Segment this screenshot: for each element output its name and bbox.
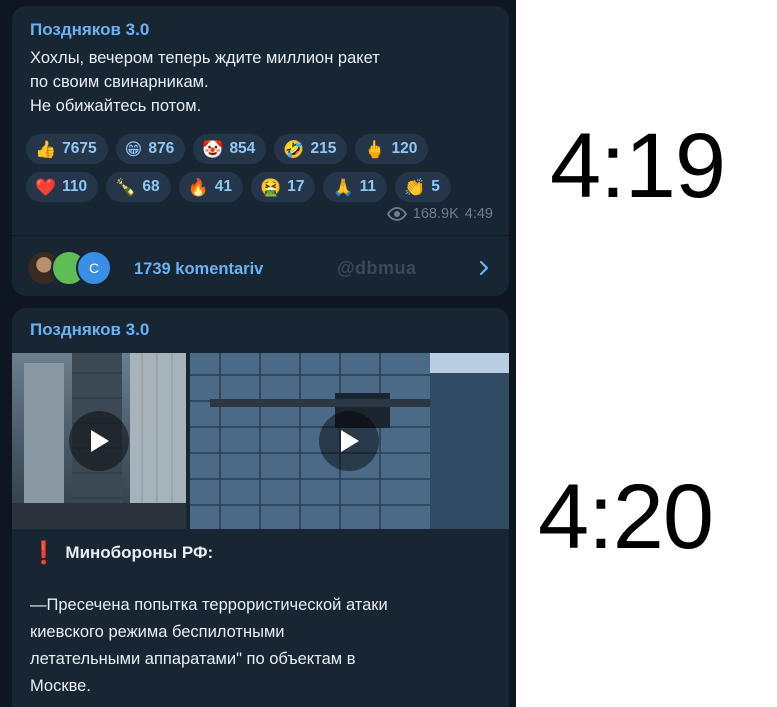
clown-icon: 🤡 — [202, 139, 224, 159]
channel-feed: Поздняков 3.0 Хохлы, вечером теперь ждит… — [0, 0, 516, 707]
reaction-rofl[interactable]: 🤣 215 — [274, 134, 348, 164]
reaction-clap[interactable]: 👏 5 — [395, 172, 451, 202]
chevron-right-icon[interactable] — [479, 260, 489, 276]
media-album — [12, 353, 509, 529]
reaction-count: 68 — [142, 178, 160, 195]
reaction-count: 854 — [229, 140, 256, 157]
post-headline: ❗ Минобороны РФ: — [30, 542, 213, 564]
reaction-clown[interactable]: 🤡 854 — [193, 134, 267, 164]
rofl-icon: 🤣 — [283, 139, 305, 159]
caption-panel: 4:19 4:20 — [516, 0, 777, 707]
avatar: C — [76, 250, 112, 286]
reaction-count: 41 — [214, 178, 233, 195]
reaction-heart[interactable]: ❤️ 110 — [26, 172, 99, 202]
commenter-avatars: C — [26, 250, 126, 286]
exclamation-icon: ❗ — [30, 540, 58, 565]
eye-icon — [386, 207, 407, 221]
reaction-fire[interactable]: 🔥 41 — [178, 172, 244, 202]
channel-post: Поздняков 3.0 ❗ Минобороны РФ: —Пресечен… — [12, 308, 509, 707]
reaction-pray[interactable]: 🙏 11 — [323, 172, 388, 202]
reaction-count: 17 — [287, 178, 305, 195]
comments-label[interactable]: 1739 komentariv — [134, 260, 263, 279]
heart-icon: ❤️ — [35, 177, 57, 197]
reaction-count: 876 — [148, 140, 175, 157]
headline-text: Минобороны РФ: — [65, 543, 214, 562]
watermark: @dbmua — [337, 258, 417, 278]
post-text-line: по своим свинарникам. — [30, 73, 209, 91]
play-icon — [91, 430, 109, 452]
time-caption-bottom: 4:20 — [538, 466, 714, 568]
reaction-count: 120 — [391, 140, 418, 157]
reaction-count: 11 — [359, 178, 377, 195]
post-text-line: Хохлы, вечером теперь ждите миллион раке… — [30, 49, 380, 67]
champagne-icon: 🍾 — [115, 177, 137, 197]
channel-post: Поздняков 3.0 Хохлы, вечером теперь ждит… — [12, 6, 509, 296]
thumbs-up-icon: 👍 — [35, 139, 57, 159]
play-button[interactable] — [69, 411, 129, 471]
time-caption-top: 4:19 — [550, 115, 726, 217]
reaction-count: 7675 — [62, 140, 97, 157]
play-button[interactable] — [319, 411, 379, 471]
view-count: 168.9K — [412, 206, 459, 222]
pray-icon: 🙏 — [332, 177, 354, 197]
reaction-vomit[interactable]: 🤮 17 — [251, 172, 316, 202]
post-text-line: Москве. — [30, 677, 91, 695]
post-text-line: киевского режима беспилотными — [30, 623, 285, 641]
post-text-line: Не обижайтесь потом. — [30, 97, 202, 115]
reaction-thumbs-up[interactable]: 👍 7675 — [26, 134, 108, 164]
post-author[interactable]: Поздняков 3.0 — [30, 20, 149, 40]
post-meta: 168.9K 4:49 — [386, 206, 493, 222]
reactions: 👍 7675 😁 876 🤡 854 🤣 215 🖕 120 ❤️ 110 🍾 68 🔥 41 … — [26, 134, 501, 202]
comments-bar[interactable]: C 1739 komentariv @dbmua — [12, 236, 509, 296]
reaction-grin[interactable]: 😁 876 — [115, 134, 186, 164]
grin-icon: 😁 — [124, 139, 143, 159]
reaction-count: 215 — [310, 140, 337, 157]
play-icon — [341, 430, 359, 452]
post-text: —Пресечена попытка террористической атак… — [30, 592, 500, 700]
video-thumbnail[interactable] — [12, 353, 186, 529]
post-author[interactable]: Поздняков 3.0 — [30, 320, 149, 340]
reaction-champagne[interactable]: 🍾 68 — [106, 172, 171, 202]
reaction-count: 110 — [62, 178, 88, 195]
fire-icon: 🔥 — [187, 177, 209, 197]
vomit-icon: 🤮 — [260, 177, 282, 197]
video-thumbnail[interactable] — [190, 353, 509, 529]
post-time: 4:49 — [464, 206, 493, 222]
post-text-line: летательными аппаратами" по объектам в — [30, 650, 356, 668]
reaction-count: 5 — [431, 178, 440, 195]
post-text-line: —Пресечена попытка террористической атак… — [30, 596, 388, 614]
middle-finger-icon: 🖕 — [364, 139, 386, 159]
post-text: Хохлы, вечером теперь ждите миллион раке… — [30, 46, 490, 118]
clap-icon: 👏 — [404, 177, 426, 197]
reaction-middle-finger[interactable]: 🖕 120 — [355, 134, 429, 164]
